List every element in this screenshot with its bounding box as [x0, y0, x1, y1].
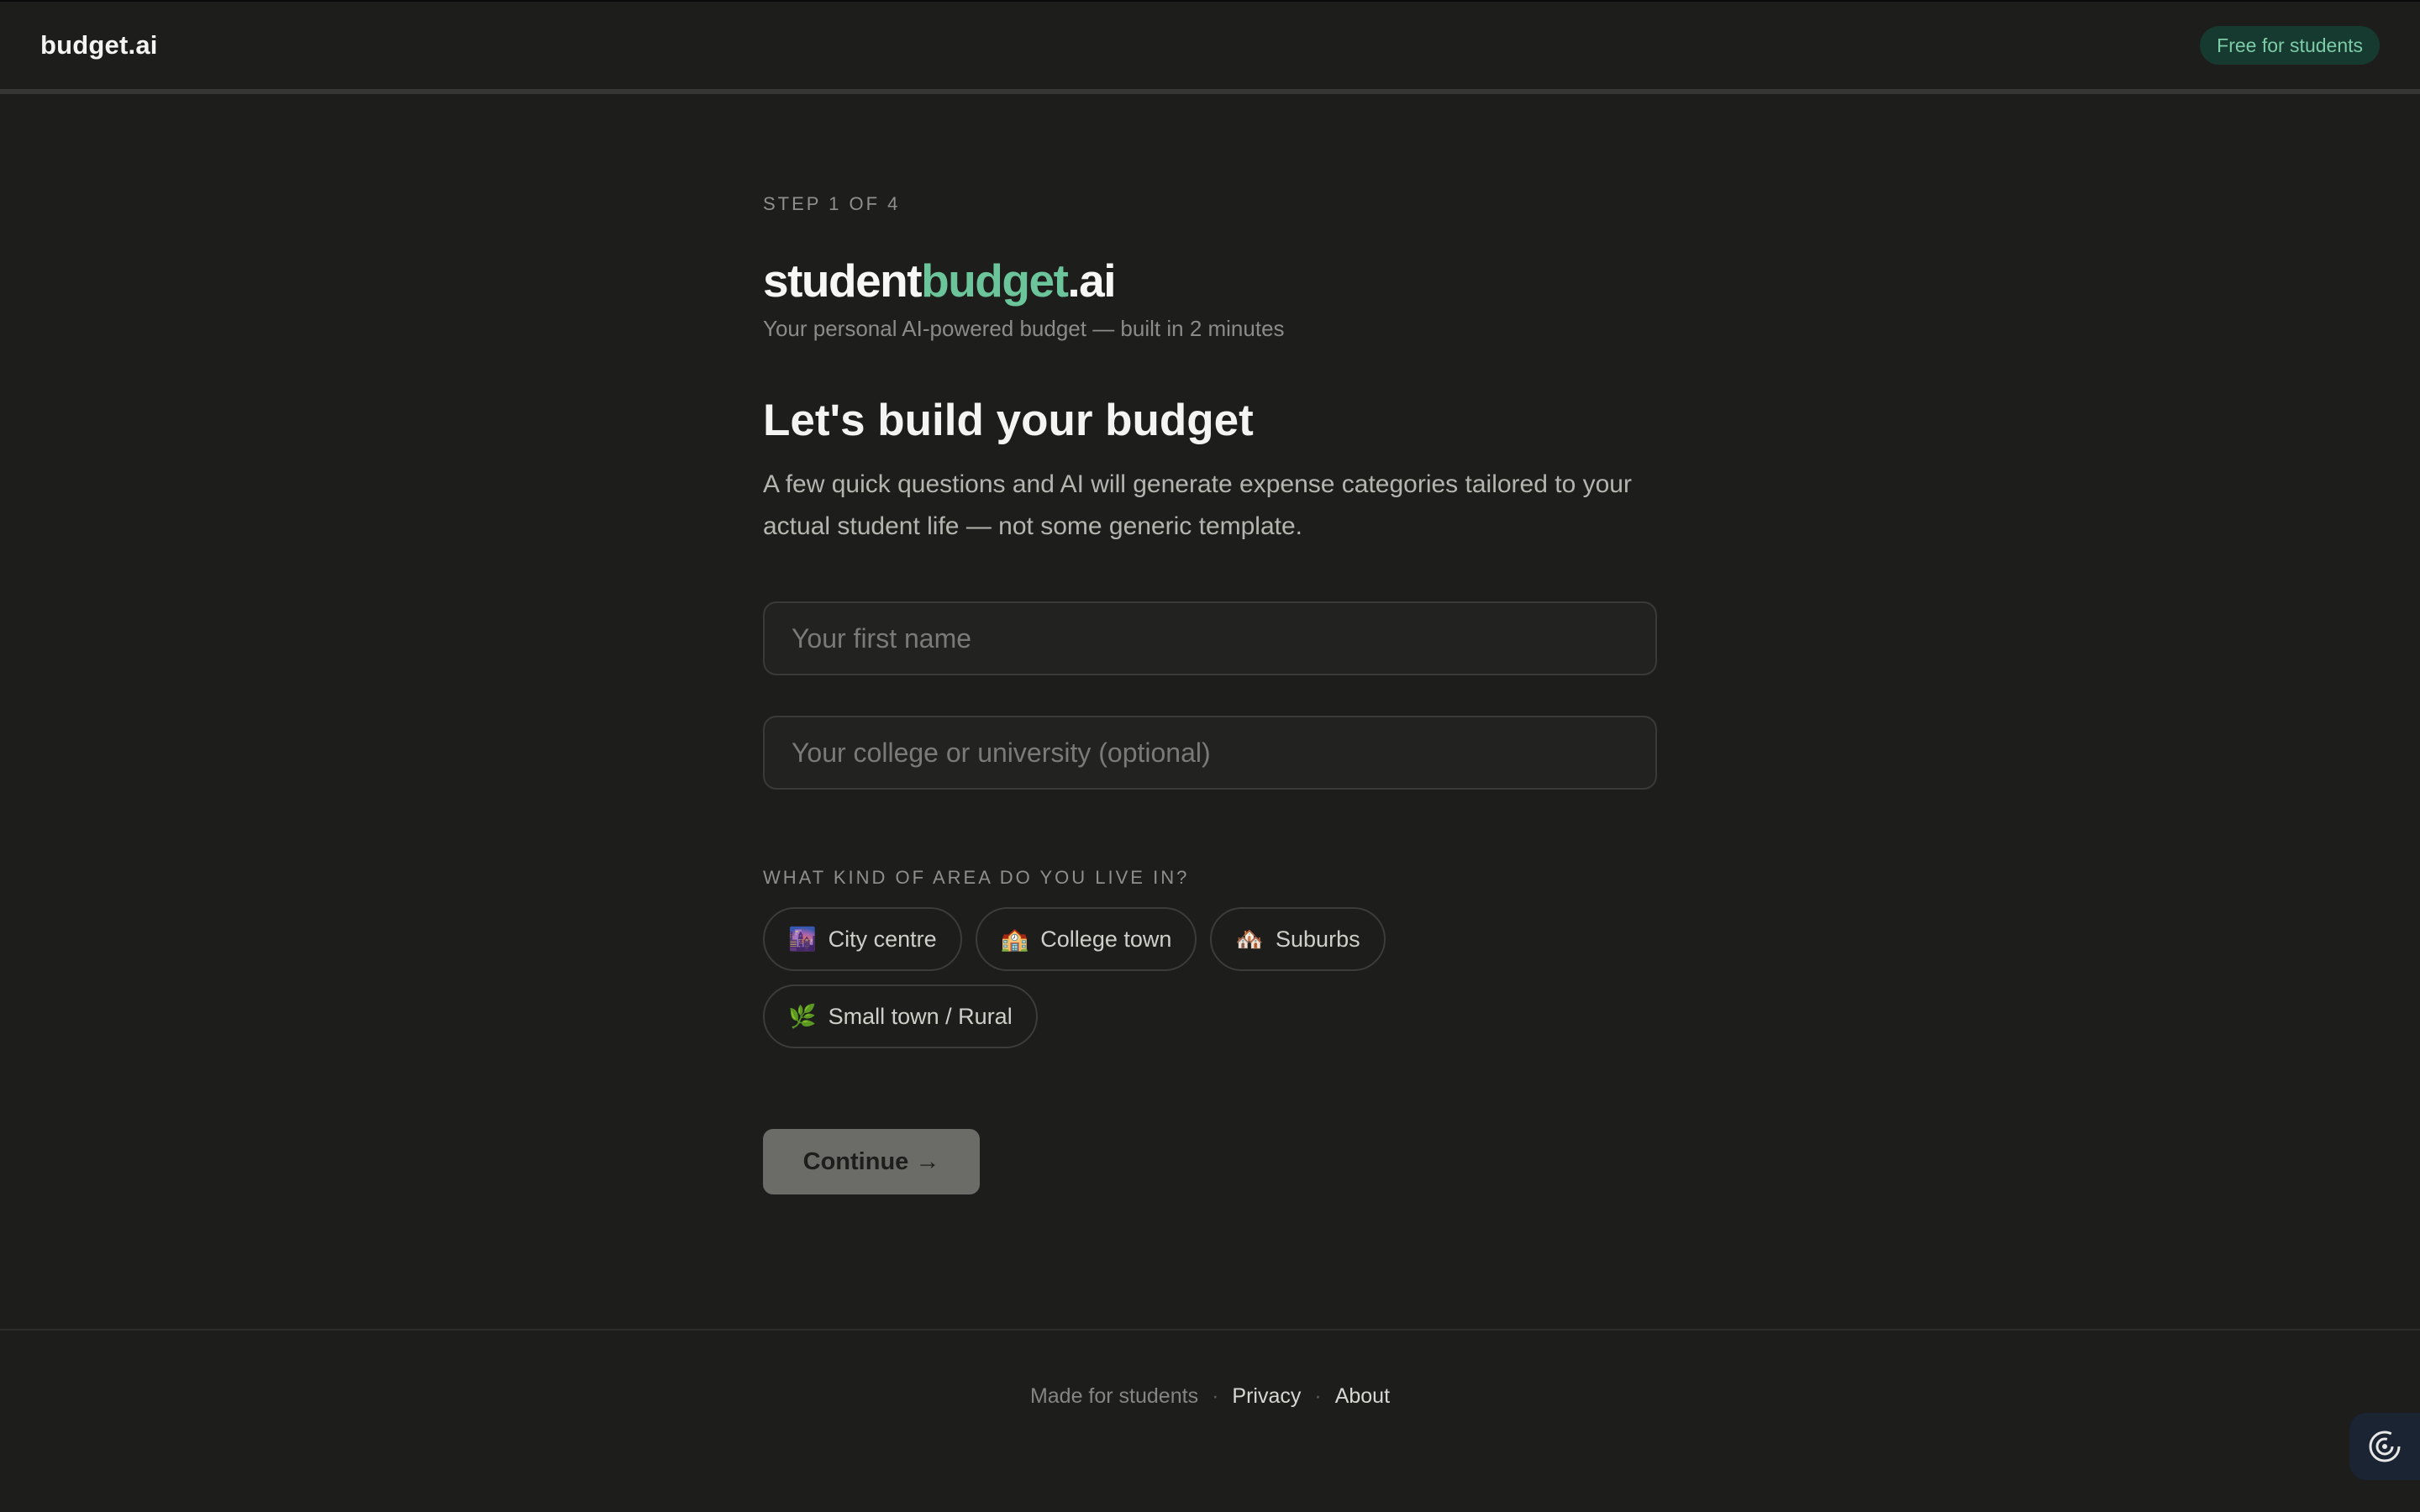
footer-separator: ·	[1314, 1384, 1322, 1408]
cityscape-icon: 🌆	[788, 927, 817, 953]
top-bar: budget.ai Free for students	[0, 0, 2420, 94]
logo-part-budget: budget	[921, 255, 1069, 307]
tagline: Your personal AI-powered budget — built …	[763, 316, 1285, 341]
logo-part-ai: .ai	[1067, 255, 1116, 307]
brand-logo[interactable]: budget.ai	[40, 30, 158, 60]
footer: Made for students · Privacy · About	[0, 1384, 2420, 1409]
about-link[interactable]: About	[1335, 1384, 1390, 1409]
logo-part-student: student	[763, 255, 923, 307]
free-for-students-badge: Free for students	[2200, 26, 2380, 65]
area-option-label: College town	[1040, 926, 1172, 952]
area-option-suburbs[interactable]: 🏘️ Suburbs	[1210, 907, 1386, 971]
footer-divider	[0, 1329, 2420, 1331]
page-title: Let's build your budget	[763, 396, 1254, 445]
assistant-launcher-button[interactable]	[2349, 1413, 2420, 1480]
spiral-logo-icon	[2369, 1431, 2401, 1462]
college-input[interactable]	[763, 716, 1657, 790]
area-option-college-town[interactable]: 🏫 College town	[975, 907, 1197, 971]
first-name-input[interactable]	[763, 601, 1657, 675]
school-icon: 🏫	[1000, 927, 1029, 953]
area-option-label: Small town / Rural	[828, 1003, 1013, 1029]
step-indicator: STEP 1 OF 4	[763, 193, 901, 214]
area-option-small-town-rural[interactable]: 🌿 Small town / Rural	[763, 984, 1038, 1048]
herb-icon: 🌿	[788, 1004, 817, 1030]
houses-icon: 🏘️	[1235, 927, 1265, 953]
area-option-label: City centre	[828, 926, 937, 952]
area-option-label: Suburbs	[1276, 926, 1360, 952]
area-options: 🌆 City centre 🏫 College town 🏘️ Suburbs …	[763, 907, 1435, 1048]
privacy-link[interactable]: Privacy	[1232, 1384, 1301, 1409]
area-question-label: WHAT KIND OF AREA DO YOU LIVE IN?	[763, 867, 1190, 888]
intro-text: A few quick questions and AI will genera…	[763, 470, 1632, 540]
footer-made-for-students: Made for students	[1029, 1384, 1199, 1408]
continue-button[interactable]: Continue →	[763, 1129, 980, 1194]
footer-separator: ·	[1212, 1384, 1219, 1408]
product-logo: studentbudget.ai	[763, 254, 1117, 307]
area-option-city-centre[interactable]: 🌆 City centre	[763, 907, 962, 971]
